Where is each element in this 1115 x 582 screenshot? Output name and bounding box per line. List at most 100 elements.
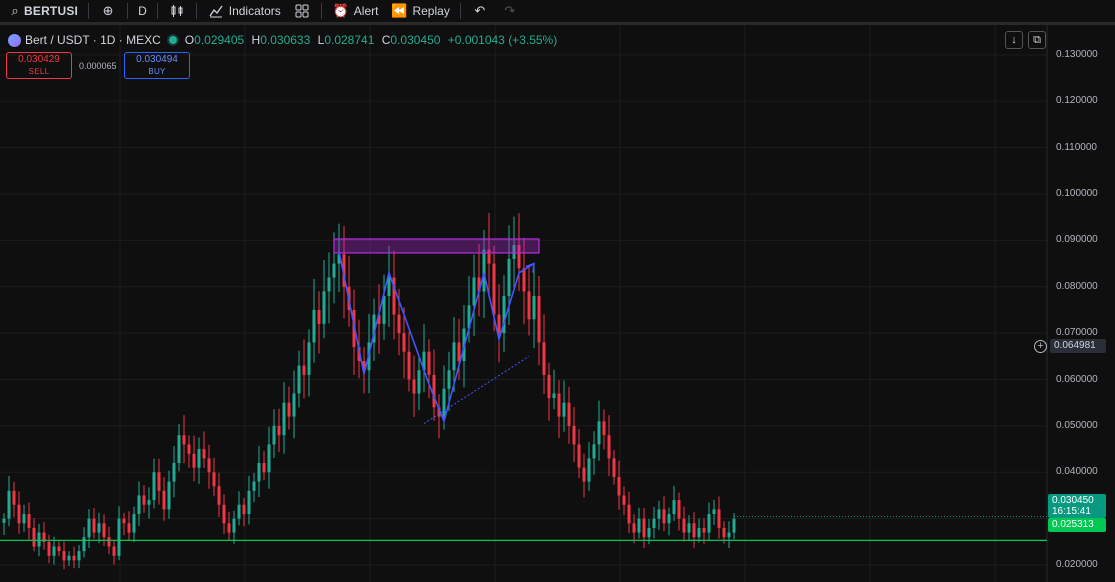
candle-body [122, 518, 126, 524]
candle-body [597, 421, 601, 445]
candle-body [167, 481, 171, 510]
candle-body [672, 500, 676, 515]
candle-body [327, 277, 331, 292]
candle-body [7, 490, 11, 519]
candle-body [602, 421, 606, 436]
legend-title[interactable]: Bert / USDT · 1D · MEXC [25, 33, 161, 47]
candle-body [67, 555, 71, 561]
candle-body [2, 518, 6, 523]
candle-body [497, 314, 501, 334]
open-value: 0.029405 [194, 33, 245, 47]
candle-body [322, 291, 326, 324]
price-scale-label: 0.110000 [1056, 141, 1097, 153]
candle-body [232, 518, 236, 533]
candle-body [562, 402, 566, 417]
candle-body [617, 476, 621, 496]
candle-body [107, 537, 111, 547]
replay-button[interactable]: ⏪ Replay [384, 0, 455, 22]
toolbar-divider [127, 3, 129, 19]
candle-body [212, 472, 216, 487]
candles-icon [168, 2, 186, 20]
buy-label: BUY [148, 67, 166, 76]
chart-legend: Bert / USDT · 1D · MEXC O0.029405 H0.030… [8, 32, 561, 48]
indicators-label: Indicators [228, 4, 281, 18]
candle-body [682, 518, 686, 533]
screenshot-button[interactable]: ⧉ [1028, 31, 1046, 49]
candle-body [32, 527, 36, 547]
coin-logo-icon [8, 33, 21, 47]
candle-body [452, 342, 456, 371]
interval-button[interactable]: D [132, 0, 153, 22]
undo-button[interactable]: ↶ [465, 0, 495, 22]
candle-body [222, 504, 226, 524]
candle-body [522, 268, 526, 292]
candle-body [662, 509, 666, 524]
candle-body [607, 435, 611, 459]
candle-body [262, 463, 266, 473]
candle-body [542, 342, 546, 375]
interval-label: D [138, 4, 147, 18]
candle-body [427, 351, 431, 375]
candle-body [147, 500, 151, 505]
candle-body [202, 449, 206, 459]
buy-button[interactable]: 0.030494 BUY [124, 52, 190, 79]
candle-body [267, 444, 271, 473]
candle-body [652, 518, 656, 528]
market-status-icon [168, 36, 177, 44]
add-plus-icon[interactable]: + [1034, 340, 1047, 353]
candle-body [52, 546, 56, 556]
grid-icon [293, 2, 311, 20]
price-scale-label: 0.050000 [1056, 419, 1098, 431]
candle-body [557, 393, 561, 417]
candle-body [412, 379, 416, 394]
symbol-input[interactable]: BERTUSI [24, 4, 78, 18]
candle-body [152, 472, 156, 501]
symbol-search[interactable]: ⌕ BERTUSI [0, 0, 84, 22]
candle-body [182, 435, 186, 445]
price-scale-label: 0.100000 [1056, 188, 1098, 199]
price-scale-label: 0.060000 [1056, 373, 1098, 385]
price-chart[interactable] [0, 25, 1115, 582]
candle-body [87, 518, 91, 538]
candle-body [657, 509, 661, 519]
redo-icon: ↷ [504, 3, 516, 18]
scroll-down-button[interactable]: ↓ [1005, 31, 1023, 49]
candle-body [252, 481, 256, 491]
candle-body [312, 309, 316, 343]
top-toolbar: ⌕ BERTUSI ⊕ D Indicators ⏰ Alert ⏪ Repla… [0, 0, 1115, 25]
toolbar-divider [156, 3, 158, 19]
candle-body [92, 518, 96, 533]
candle-body [142, 495, 146, 505]
price-scale-label: 0.020000 [1056, 559, 1098, 571]
candle-body [192, 453, 196, 468]
candle-body [537, 296, 541, 343]
candle-body [317, 309, 321, 324]
candle-body [272, 425, 276, 445]
price-scale-label: 0.090000 [1056, 234, 1098, 246]
high-label: H [251, 33, 261, 47]
candle-body [457, 342, 461, 361]
candle-body [177, 435, 181, 464]
candle-body [157, 472, 161, 491]
alert-button[interactable]: ⏰ Alert [326, 0, 385, 22]
high-value: 0.030633 [260, 33, 311, 47]
candle-body [172, 463, 176, 482]
search-icon: ⌕ [11, 3, 19, 18]
candle-body [587, 458, 591, 482]
candle-body [582, 467, 586, 482]
candle-body [637, 518, 641, 533]
toolbar-divider [195, 3, 197, 19]
redo-button[interactable]: ↷ [495, 0, 525, 22]
chart-type-button[interactable] [162, 0, 192, 22]
candle-body [407, 351, 411, 380]
candle-body [547, 374, 551, 399]
candle-body [432, 374, 436, 408]
candle-body [72, 555, 76, 561]
candle-body [472, 277, 476, 306]
candle-body [112, 546, 116, 556]
compare-button[interactable]: ⊕ [93, 0, 123, 22]
templates-button[interactable] [287, 0, 317, 22]
indicators-button[interactable]: Indicators [201, 0, 287, 22]
candle-body [282, 402, 286, 436]
sell-button[interactable]: 0.030429 SELL [6, 52, 72, 79]
